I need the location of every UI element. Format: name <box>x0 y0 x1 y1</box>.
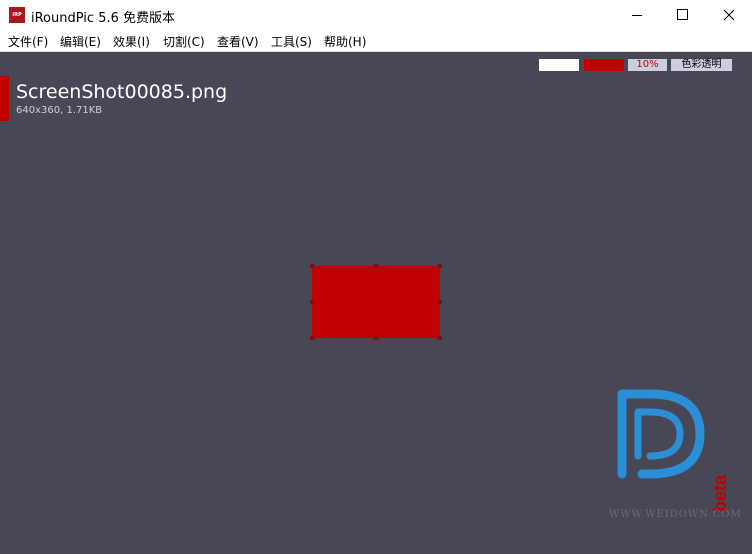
window-title: iRoundPic 5.6 免费版本 <box>31 11 175 26</box>
watermark-url: WWW.WEIDOWN.COM <box>609 509 742 520</box>
resize-handle[interactable] <box>310 336 314 340</box>
file-info: 640x360, 1.71KB <box>16 105 103 116</box>
menu-tools[interactable]: 工具(S) <box>271 33 312 50</box>
color-transparent-button[interactable]: 色彩透明 <box>671 59 732 71</box>
resize-handle[interactable] <box>374 264 378 268</box>
minimize-icon <box>632 15 642 16</box>
resize-handle[interactable] <box>310 300 314 304</box>
file-name: ScreenShot00085.png <box>16 81 228 103</box>
menu-crop[interactable]: 切割(C) <box>163 33 205 50</box>
title-bar: iRP iRoundPic 5.6 免费版本 <box>0 0 752 31</box>
close-button[interactable] <box>706 0 752 31</box>
menu-bar: 文件(F) 编辑(E) 效果(I) 切割(C) 查看(V) 工具(S) 帮助(H… <box>0 31 752 52</box>
maximize-icon <box>677 9 688 20</box>
background-color-swatch[interactable] <box>539 59 579 71</box>
resize-handle[interactable] <box>310 264 314 268</box>
menu-help[interactable]: 帮助(H) <box>324 33 366 50</box>
resize-handle[interactable] <box>374 336 378 340</box>
resize-handle[interactable] <box>438 336 442 340</box>
menu-effects[interactable]: 效果(I) <box>113 33 150 50</box>
percent-button[interactable]: 10% <box>628 59 667 71</box>
watermark-logo-icon: beta <box>617 389 730 512</box>
fill-color-swatch[interactable] <box>584 59 624 71</box>
image-preview[interactable] <box>312 266 440 338</box>
app-icon: iRP <box>9 7 25 23</box>
file-accent-bar <box>0 76 9 121</box>
resize-handle[interactable] <box>438 264 442 268</box>
menu-edit[interactable]: 编辑(E) <box>60 33 101 50</box>
menu-file[interactable]: 文件(F) <box>8 33 48 50</box>
close-icon <box>723 9 735 21</box>
minimize-button[interactable] <box>614 0 660 31</box>
maximize-button[interactable] <box>660 0 706 31</box>
image-canvas[interactable]: 10% 色彩透明 ScreenShot00085.png 640x360, 1.… <box>0 52 752 554</box>
resize-handle[interactable] <box>438 300 442 304</box>
watermark-badge: beta <box>710 474 730 512</box>
menu-view[interactable]: 查看(V) <box>217 33 259 50</box>
